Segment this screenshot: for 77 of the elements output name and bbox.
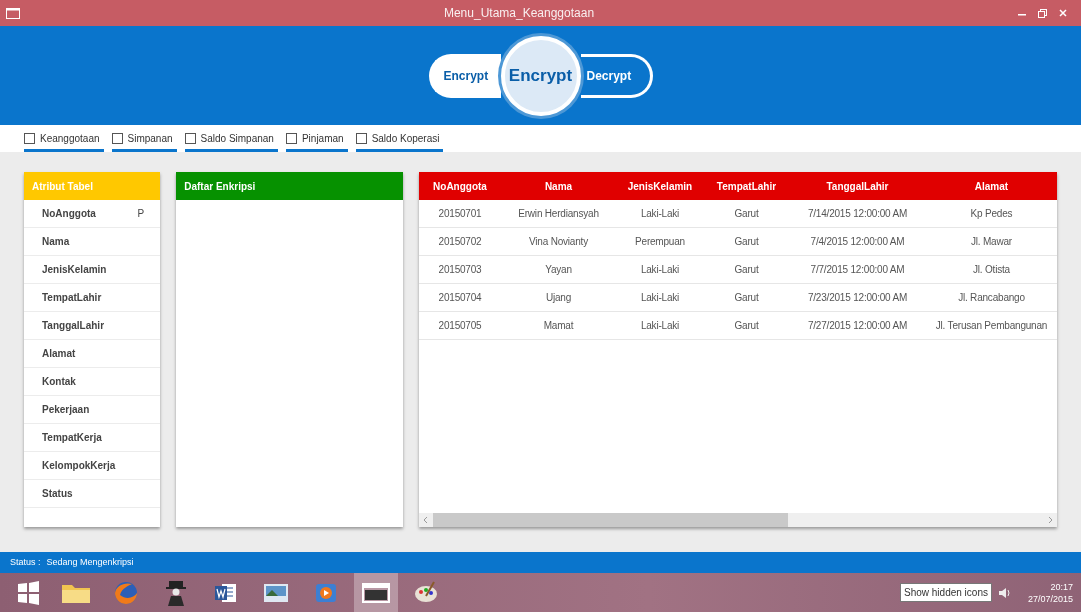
table-cell-text: Vina Novianty xyxy=(528,235,589,249)
table-cell-text: 20150701 xyxy=(437,207,483,221)
checkbox[interactable] xyxy=(355,133,367,144)
active-window-button[interactable] xyxy=(354,573,398,612)
table-cell-text: Jl. Rancabango xyxy=(957,291,1026,305)
table-cell-text: Laki-Laki xyxy=(639,263,681,277)
table-cell-text: 7/4/2015 12:00:00 AM xyxy=(809,235,906,249)
table-cell-text: 7/23/2015 12:00:00 AM xyxy=(806,291,909,305)
restore-icon[interactable] xyxy=(1038,8,1047,18)
list-item[interactable]: TempatKerja xyxy=(24,424,161,452)
window-title: Menu_Utama_Keanggotaan xyxy=(443,5,595,22)
table-cell-text: Garut xyxy=(733,235,760,249)
column-header[interactable]: TanggalLahir xyxy=(789,178,926,194)
table-cell-text: 7/7/2015 12:00:00 AM xyxy=(809,263,906,277)
table-cell-text: Yayan xyxy=(544,263,573,277)
table-cell-text: Jl. Terusan Pembangunan xyxy=(934,319,1049,333)
column-header[interactable]: NoAnggota xyxy=(419,178,501,194)
checkbox[interactable] xyxy=(24,133,35,144)
table-cell-text: Garut xyxy=(733,207,760,221)
table-cell-text: 20150704 xyxy=(437,291,483,305)
list-item[interactable]: NoAnggota P xyxy=(24,200,161,228)
table-cell-text: Kp Pedes xyxy=(969,207,1014,221)
column-header[interactable]: Alamat xyxy=(926,178,1057,194)
switch-option[interactable]: Encrypt xyxy=(428,53,501,98)
panel-title: Atribut Tabel xyxy=(32,179,93,194)
table-cell-text: Laki-Laki xyxy=(639,319,681,333)
list-item[interactable]: TempatLahir xyxy=(24,284,161,312)
checkbox[interactable] xyxy=(184,133,196,144)
table-cell-text: 7/27/2015 12:00:00 AM xyxy=(806,319,909,333)
table-cell-text: Garut xyxy=(733,319,760,333)
checkbox[interactable] xyxy=(285,133,297,144)
clock-time[interactable]: 20:17 xyxy=(1050,580,1073,593)
table-cell-text: Perempuan xyxy=(634,235,686,249)
table-cell-text: Jl. Mawar xyxy=(970,235,1013,249)
key-marker: P xyxy=(137,207,145,221)
checkbox[interactable] xyxy=(111,133,123,144)
status-text: Sedang Mengenkripsi xyxy=(46,555,134,569)
list-item[interactable]: Kontak xyxy=(24,368,161,396)
checkbox-label[interactable]: Simpanan xyxy=(127,131,173,146)
table-cell-text: Garut xyxy=(733,291,760,305)
table-cell-text: 20150703 xyxy=(437,263,483,277)
list-item[interactable]: Nama xyxy=(24,228,161,256)
column-header[interactable]: JenisKelamin xyxy=(616,178,704,194)
switch-knob[interactable]: Encrypt xyxy=(500,35,581,116)
checkbox-label[interactable]: Saldo Simpanan xyxy=(200,131,274,146)
table-cell-text: 20150705 xyxy=(437,319,483,333)
table-cell-text: Erwin Herdiansyah xyxy=(517,207,600,221)
table-cell-text: Mamat xyxy=(542,319,575,333)
horizontal-scrollbar[interactable] xyxy=(419,513,1057,527)
list-item[interactable]: JenisKelamin xyxy=(24,256,161,284)
panel-title: Daftar Enkripsi xyxy=(184,179,256,194)
scrollbar-thumb[interactable] xyxy=(433,513,788,527)
app-window-icon xyxy=(362,582,390,603)
switch-option[interactable]: Decrypt xyxy=(580,53,653,98)
list-item[interactable]: Pekerjaan xyxy=(24,396,161,424)
column-header[interactable]: Nama xyxy=(501,178,616,194)
clock-date[interactable]: 27/07/2015 xyxy=(1027,592,1073,605)
table-cell-text: Garut xyxy=(733,263,760,277)
checkbox-label[interactable]: Keanggotaan xyxy=(40,131,100,146)
table-cell-text: Laki-Laki xyxy=(639,291,681,305)
checkbox-label[interactable]: Saldo Koperasi xyxy=(371,131,440,146)
table-cell-text: 7/14/2015 12:00:00 AM xyxy=(806,207,909,221)
tooltip: Show hidden icons xyxy=(900,583,992,602)
column-header[interactable]: TempatLahir xyxy=(704,178,789,194)
list-item[interactable]: Status xyxy=(24,480,161,508)
close-icon[interactable] xyxy=(1059,9,1067,17)
list-item[interactable]: Alamat xyxy=(24,340,161,368)
window-icon xyxy=(6,7,20,19)
table-cell-text: Ujang xyxy=(544,291,573,305)
table-cell-text: Jl. Otista xyxy=(972,263,1011,277)
status-label: Status : xyxy=(10,555,41,569)
table-cell-text: Laki-Laki xyxy=(639,207,681,221)
table-cell-text: 20150702 xyxy=(437,235,483,249)
list-item[interactable]: TanggalLahir xyxy=(24,312,161,340)
checkbox-label[interactable]: Pinjaman xyxy=(301,131,344,146)
list-item[interactable]: KelompokKerja xyxy=(24,452,161,480)
speaker-icon[interactable] xyxy=(997,586,1012,599)
